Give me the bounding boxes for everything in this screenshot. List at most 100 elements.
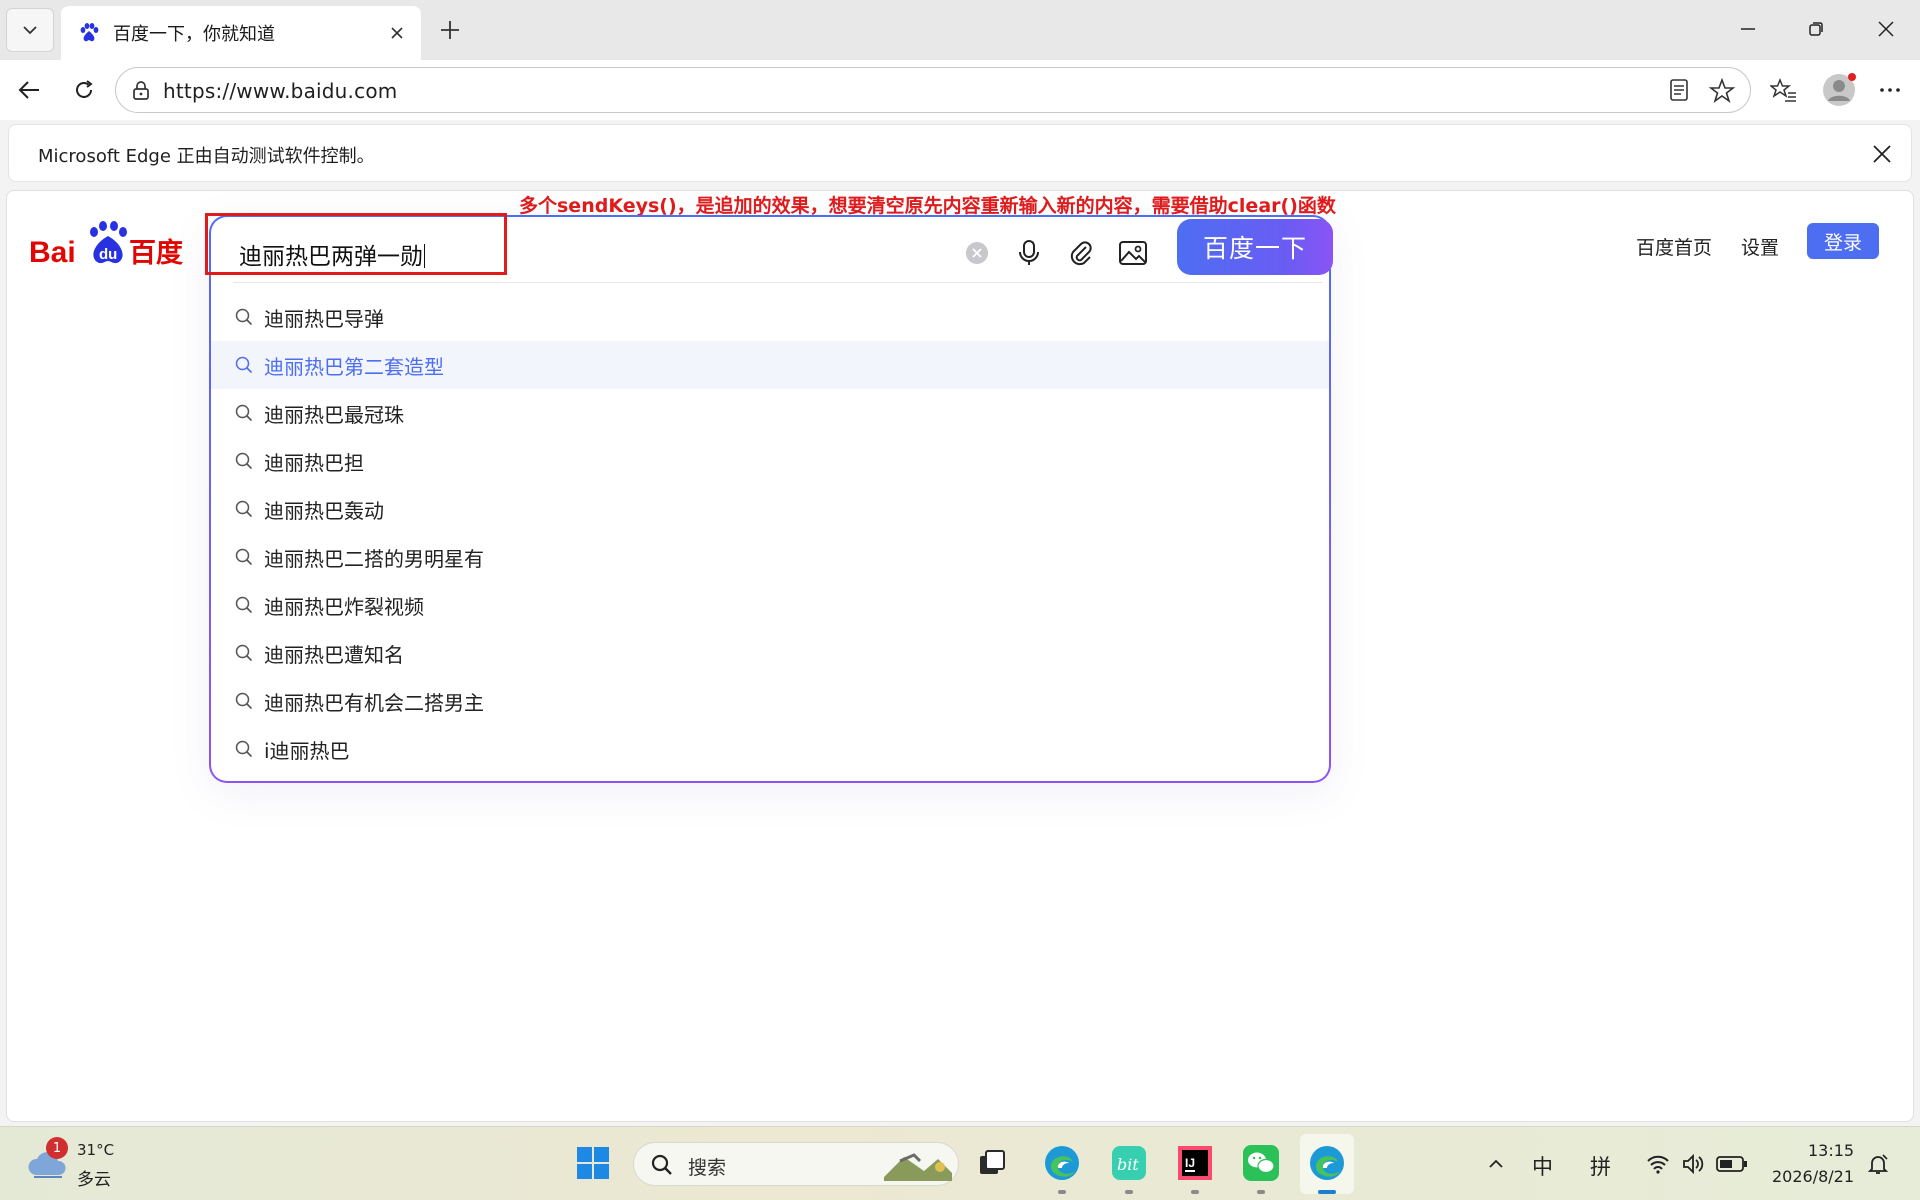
active-tab[interactable]: 百度一下，你就知道 [61, 6, 421, 60]
automation-infobar: Microsoft Edge 正由自动测试软件控制。 [8, 124, 1912, 182]
weather-badge: 1 [46, 1137, 68, 1159]
logo-text-bai: Bai [29, 236, 76, 269]
clock-date[interactable]: 2026/8/21 [1772, 1167, 1854, 1186]
taskbar-edge-active-app[interactable] [1303, 1139, 1351, 1187]
refresh-button[interactable] [62, 70, 106, 110]
suggestion-item[interactable]: 迪丽热巴轰动 [211, 485, 1329, 533]
more-menu-button[interactable] [1868, 70, 1912, 110]
suggestion-item[interactable]: 迪丽热巴二搭的男明星有 [211, 533, 1329, 581]
suggestion-text: 迪丽热巴轰动 [264, 498, 384, 523]
edge-icon [1045, 1146, 1079, 1180]
browser-toolbar: https://www.baidu.com [0, 60, 1920, 120]
ime-language[interactable]: 中 [1532, 1151, 1553, 1181]
search-icon [651, 1154, 672, 1175]
voice-search-button[interactable] [1011, 235, 1047, 271]
taskbar-bit-app[interactable]: bit [1105, 1139, 1153, 1187]
suggestion-divider [233, 282, 1323, 283]
attach-file-button[interactable] [1063, 235, 1099, 271]
arrow-left-icon [18, 81, 39, 99]
paperclip-icon [1070, 241, 1092, 266]
suggestion-text: 迪丽热巴担 [264, 450, 364, 475]
address-bar[interactable]: https://www.baidu.com [115, 67, 1751, 113]
suggestion-text: 迪丽热巴最冠珠 [264, 402, 404, 427]
infobar-message: Microsoft Edge 正由自动测试软件控制。 [38, 146, 375, 167]
restore-button[interactable] [1788, 8, 1844, 50]
logo-text-du: du [99, 246, 117, 263]
back-button[interactable] [8, 70, 52, 110]
suggestion-item[interactable]: 迪丽热巴炸裂视频 [211, 581, 1329, 629]
reading-view-icon[interactable] [1666, 77, 1692, 103]
tab-close-button[interactable] [383, 19, 411, 47]
infobar-close-button[interactable] [1867, 139, 1897, 169]
chevron-up-icon[interactable] [1486, 1154, 1506, 1174]
search-icon [235, 643, 255, 663]
profile-button[interactable] [1814, 70, 1864, 110]
url-text: https://www.baidu.com [163, 79, 398, 103]
refresh-icon [76, 80, 93, 98]
search-highlight-icon [884, 1153, 952, 1181]
close-icon [1873, 145, 1891, 163]
search-submit-button[interactable]: 百度一下 [1177, 219, 1333, 275]
close-window-button[interactable] [1858, 8, 1914, 50]
nav-settings-link[interactable]: 设置 [1741, 233, 1779, 260]
login-button[interactable]: 登录 [1807, 223, 1879, 259]
suggestion-text: i迪丽热巴 [264, 738, 350, 763]
suggestion-item[interactable]: 迪丽热巴担 [211, 437, 1329, 485]
running-indicator [1125, 1190, 1133, 1194]
ime-mode[interactable]: 拼 [1590, 1151, 1611, 1181]
suggestion-text: 迪丽热巴二搭的男明星有 [264, 546, 484, 571]
baidu-logo[interactable]: Bai du 百度 [29, 219, 189, 273]
favorite-star-icon[interactable] [1708, 77, 1736, 105]
logo-text-baidu-cn: 百度 [129, 237, 183, 269]
suggestion-text: 迪丽热巴第二套造型 [264, 354, 444, 379]
tab-actions-button[interactable] [6, 8, 54, 52]
taskbar-search-box[interactable]: 搜索 [633, 1142, 959, 1186]
clock-time[interactable]: 13:15 [1808, 1141, 1854, 1160]
avatar-icon [1823, 73, 1856, 106]
suggestion-item[interactable]: 迪丽热巴导弹 [211, 293, 1329, 341]
search-box-container: 迪丽热巴两弹一勋 百度一下 迪丽热巴导弹 迪丽热巴第二套造型 迪丽热巴最冠珠 迪丽热巴… [205, 213, 1333, 783]
taskbar-intellij-app[interactable]: IJ [1171, 1139, 1219, 1187]
svg-text:IJ: IJ [1185, 1156, 1195, 1170]
running-indicator [1257, 1190, 1265, 1194]
suggestion-text: 迪丽热巴有机会二搭男主 [264, 690, 484, 715]
battery-icon[interactable] [1716, 1155, 1748, 1173]
clear-circle-icon [966, 242, 988, 264]
minimize-icon [1741, 28, 1755, 30]
notification-bell-icon[interactable] [1866, 1152, 1890, 1176]
minimize-button[interactable] [1720, 8, 1776, 50]
start-button[interactable] [569, 1139, 617, 1187]
running-indicator [1191, 1190, 1199, 1194]
search-input[interactable]: 迪丽热巴两弹一勋 [239, 237, 425, 271]
image-icon [1119, 241, 1147, 265]
plus-icon [441, 21, 459, 39]
favorites-button[interactable] [1762, 70, 1806, 110]
search-icon [235, 595, 255, 615]
volume-icon[interactable] [1681, 1153, 1705, 1175]
clear-input-button[interactable] [959, 235, 995, 271]
nav-home-link[interactable]: 百度首页 [1636, 233, 1712, 260]
wifi-icon[interactable] [1646, 1153, 1670, 1175]
taskbar-wechat-app[interactable] [1237, 1139, 1285, 1187]
suggestion-item[interactable]: 迪丽热巴最冠珠 [211, 389, 1329, 437]
search-icon [235, 691, 255, 711]
search-icon [235, 355, 255, 375]
chevron-down-icon [23, 26, 37, 35]
suggestion-item[interactable]: 迪丽热巴有机会二搭男主 [211, 677, 1329, 725]
suggestion-item[interactable]: 迪丽热巴第二套造型 [211, 341, 1329, 389]
taskbar-search-label: 搜索 [688, 1157, 727, 1179]
suggestion-item[interactable]: i迪丽热巴 [211, 725, 1329, 773]
task-view-icon [980, 1150, 1005, 1174]
image-search-button[interactable] [1115, 235, 1151, 271]
new-tab-button[interactable] [428, 10, 472, 50]
wechat-icon [1243, 1145, 1279, 1181]
weather-temperature: 31°C [77, 1141, 115, 1159]
favorites-list-icon [1770, 78, 1796, 102]
suggestion-item[interactable]: 迪丽热巴遭知名 [211, 629, 1329, 677]
close-icon [1878, 21, 1894, 37]
tab-title: 百度一下，你就知道 [113, 24, 275, 45]
taskbar-edge-app[interactable] [1038, 1139, 1086, 1187]
task-view-button[interactable] [968, 1139, 1016, 1187]
lock-icon [133, 81, 149, 100]
edge-icon [1310, 1146, 1344, 1180]
